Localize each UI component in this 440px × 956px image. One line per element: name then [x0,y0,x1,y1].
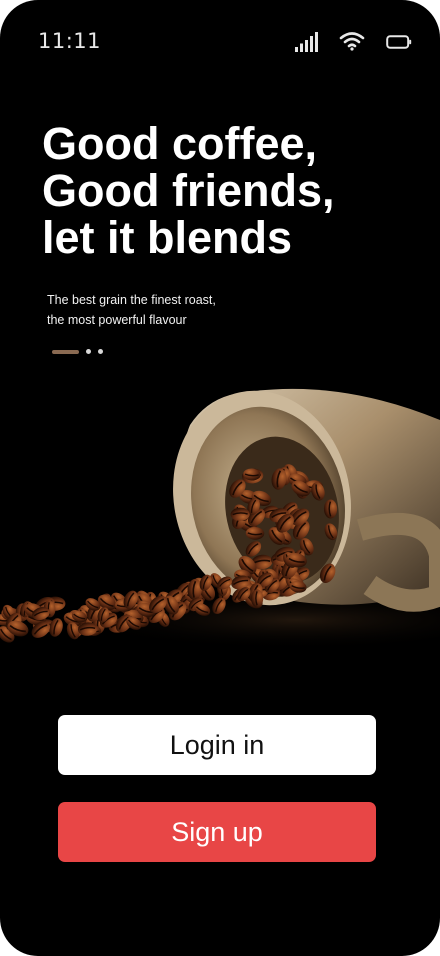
wifi-icon [339,32,365,51]
status-bar: 11:11 [0,0,440,80]
battery-icon [386,35,412,49]
signal-icon [295,32,318,52]
phone-screen: 11:11 Good coffee, Good friends, let it … [0,0,440,956]
carousel-indicator[interactable] [52,348,112,356]
headline-line: Good friends, [42,165,335,216]
tagline-line: the most powerful flavour [47,313,187,327]
signup-button[interactable]: Sign up [58,802,376,862]
status-time: 11:11 [38,29,102,53]
carousel-active-bar[interactable] [52,350,79,354]
headline-line: Good coffee, [42,118,318,169]
login-button[interactable]: Login in [58,715,376,775]
headline-line: let it blends [42,212,293,263]
carousel-dot[interactable] [86,349,91,354]
carousel-dot[interactable] [98,349,103,354]
coffee-cup-image [0,388,440,650]
headline: Good coffee, Good friends, let it blends [42,120,422,261]
tagline-line: The best grain the finest roast, [47,293,216,307]
tagline: The best grain the finest roast, the mos… [47,290,347,330]
